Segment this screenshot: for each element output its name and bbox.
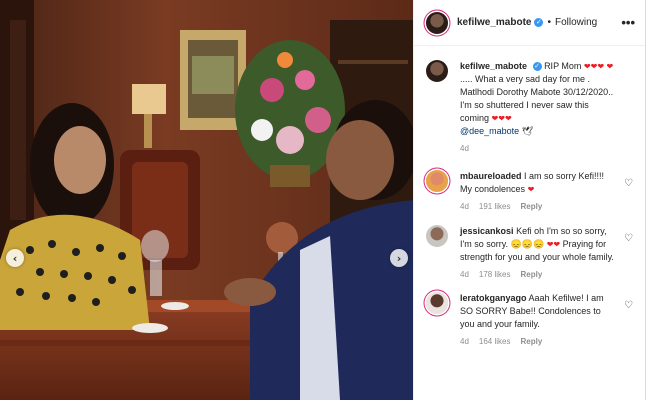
dove-emoji-icon: 🕊 xyxy=(521,126,534,136)
commenter-username[interactable]: jessicankosi xyxy=(460,226,514,236)
instagram-post-modal: ‹ › kefilwe_mabote ✓ • Following ••• kef… xyxy=(0,0,646,400)
comment-item: leratokganyago Aaah Kefilwe! I am SO SOR… xyxy=(426,292,633,346)
heart-outline-icon[interactable]: ♡ xyxy=(624,233,633,244)
comment-text: jessicankosi Kefi oh I'm so so sorry, I'… xyxy=(460,225,617,264)
comment-text: leratokganyago Aaah Kefilwe! I am SO SOR… xyxy=(460,292,617,331)
reply-button[interactable]: Reply xyxy=(520,270,542,279)
post-caption: kefilwe_mabote ✓ RIP Mom ❤❤❤ ❤ ..... Wha… xyxy=(426,60,633,153)
post-side-panel: kefilwe_mabote ✓ • Following ••• kefilwe… xyxy=(414,0,645,400)
commenter-avatar[interactable] xyxy=(426,292,448,314)
more-options-icon[interactable]: ••• xyxy=(621,15,635,30)
author-avatar[interactable] xyxy=(426,11,448,34)
comment-likes[interactable]: 191 likes xyxy=(479,202,511,211)
caption-username[interactable]: kefilwe_mabote xyxy=(460,61,527,71)
author-username[interactable]: kefilwe_mabote xyxy=(457,17,531,28)
comment-meta: 4d 164 likes Reply xyxy=(460,337,617,346)
comment-item: jessicankosi Kefi oh I'm so so sorry, I'… xyxy=(426,225,633,279)
caption-text: kefilwe_mabote ✓ RIP Mom ❤❤❤ ❤ ..... Wha… xyxy=(460,60,617,138)
commenter-avatar[interactable] xyxy=(426,170,448,192)
caption-line2: ..... What a very sad day for me . Matlh… xyxy=(460,74,614,123)
commenter-username[interactable]: leratokganyago xyxy=(460,293,527,303)
heart-emoji-icon: ❤ xyxy=(527,185,535,194)
post-photo[interactable]: ‹ › xyxy=(0,0,414,400)
comment-meta: 4d 191 likes Reply xyxy=(460,202,617,211)
heart-outline-icon[interactable]: ♡ xyxy=(624,178,633,189)
comment-body: mbaureloaded I am so sorry Kefi!!!! My c… xyxy=(460,170,633,211)
comment-text: mbaureloaded I am so sorry Kefi!!!! My c… xyxy=(460,170,617,196)
caption-line1: RIP Mom xyxy=(544,61,582,71)
previous-photo-button[interactable]: ‹ xyxy=(6,249,24,267)
caption-mention-link[interactable]: @dee_mabote xyxy=(460,126,519,136)
comments-list[interactable]: kefilwe_mabote ✓ RIP Mom ❤❤❤ ❤ ..... Wha… xyxy=(414,46,645,400)
heart-emoji-icon: ❤ xyxy=(606,62,614,71)
caption-body: kefilwe_mabote ✓ RIP Mom ❤❤❤ ❤ ..... Wha… xyxy=(460,60,633,153)
heart-emoji-icon: ❤❤❤ xyxy=(491,114,512,123)
sad-emoji-icon: 😞😞😞 xyxy=(510,239,545,249)
verified-badge-icon: ✓ xyxy=(534,18,544,27)
comment-age[interactable]: 4d xyxy=(460,202,469,211)
caption-avatar[interactable] xyxy=(426,60,448,82)
comment-age[interactable]: 4d xyxy=(460,337,469,346)
heart-emoji-icon: ❤❤ xyxy=(546,240,561,249)
comment-age[interactable]: 4d xyxy=(460,270,469,279)
commenter-username[interactable]: mbaureloaded xyxy=(460,171,522,181)
header-separator: • xyxy=(547,17,551,28)
comment-item: mbaureloaded I am so sorry Kefi!!!! My c… xyxy=(426,170,633,211)
photo-scene xyxy=(0,0,413,400)
follow-status-button[interactable]: Following xyxy=(555,17,597,28)
caption-age[interactable]: 4d xyxy=(460,144,469,153)
caption-meta: 4d xyxy=(460,144,617,153)
comment-body: leratokganyago Aaah Kefilwe! I am SO SOR… xyxy=(460,292,633,346)
heart-outline-icon[interactable]: ♡ xyxy=(624,300,633,311)
comment-likes[interactable]: 178 likes xyxy=(479,270,511,279)
post-header: kefilwe_mabote ✓ • Following ••• xyxy=(414,0,645,46)
verified-badge-icon: ✓ xyxy=(532,62,542,72)
chevron-left-icon: ‹ xyxy=(12,251,18,265)
comment-likes[interactable]: 164 likes xyxy=(479,337,511,346)
reply-button[interactable]: Reply xyxy=(520,202,542,211)
heart-emoji-icon: ❤❤❤ xyxy=(583,62,605,71)
comment-meta: 4d 178 likes Reply xyxy=(460,270,617,279)
reply-button[interactable]: Reply xyxy=(520,337,542,346)
chevron-right-icon: › xyxy=(396,251,402,265)
commenter-avatar[interactable] xyxy=(426,225,448,247)
comment-body: jessicankosi Kefi oh I'm so so sorry, I'… xyxy=(460,225,633,279)
next-photo-button[interactable]: › xyxy=(390,249,408,267)
